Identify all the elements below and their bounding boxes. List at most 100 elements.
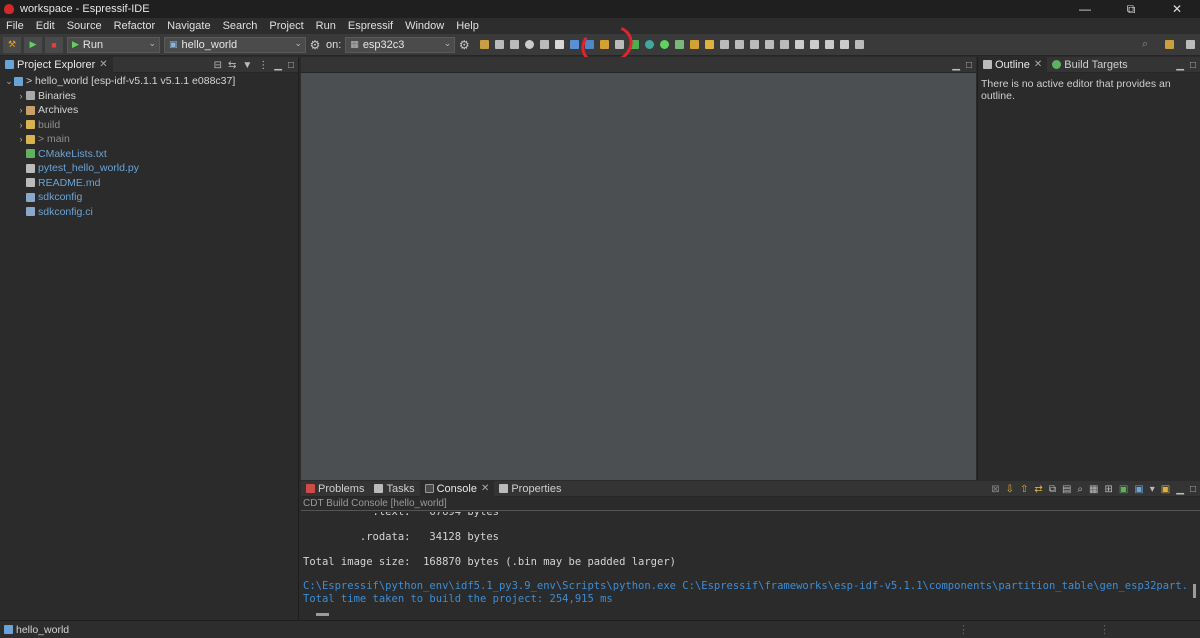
menu-project[interactable]: Project [263,20,309,32]
menu-search[interactable]: Search [217,20,264,32]
tab-outline[interactable]: Outline ✕ [978,56,1048,73]
gear-icon[interactable]: ⚙ [308,38,322,52]
tree-item[interactable]: › Binaries [0,89,299,104]
flash-icon[interactable] [585,40,595,49]
tree-item[interactable]: ⌄ > hello_world [esp-idf-v5.1.1 v5.1.1 e0… [0,74,299,89]
close-icon[interactable]: ✕ [99,59,107,70]
tab-problems[interactable]: Problems [301,481,369,497]
close-button[interactable]: ✕ [1154,0,1200,18]
menu-espressif[interactable]: Espressif [342,20,399,32]
console-vertical-scrollbar[interactable] [1189,512,1200,609]
tree-item[interactable]: pytest_hello_world.py [0,161,299,176]
restore-button[interactable]: ⧉ [1108,0,1154,18]
chevron-icon[interactable]: ⌄ [4,76,14,87]
menu-file[interactable]: File [0,20,30,32]
minimize-icon[interactable]: ▁ [1176,484,1184,495]
pilcrow-icon[interactable] [750,40,760,49]
menu-run[interactable]: Run [310,20,342,32]
stop-button[interactable]: ■ [45,36,63,53]
chevron-icon[interactable]: › [16,120,26,130]
tree-item[interactable]: CMakeLists.txt [0,147,299,162]
window-icon[interactable] [855,40,865,49]
tab-build-targets[interactable]: Build Targets [1047,57,1132,73]
menu-navigate[interactable]: Navigate [161,20,216,32]
new-console-icon[interactable]: ▾ [1150,484,1155,495]
console-output[interactable]: .text: 67694 bytes .rodata: 34128 bytes T… [301,512,1189,609]
chevron-icon[interactable]: › [16,134,26,144]
brush-icon[interactable] [705,40,715,49]
minimize-icon[interactable]: ▁ [274,60,282,71]
coverage-icon[interactable] [675,40,685,49]
menu-window[interactable]: Window [399,20,450,32]
save-icon[interactable] [495,40,505,49]
chevron-icon[interactable]: › [16,91,26,101]
refresh-icon[interactable] [630,40,640,49]
new-icon[interactable] [480,40,490,49]
scroll-lock-icon[interactable]: ⇩ [1006,484,1014,495]
gear-icon[interactable]: ⚙ [457,38,471,52]
menu-refactor[interactable]: Refactor [108,20,162,32]
launch-config-select[interactable]: ▣ hello_world ⌄ [164,36,306,53]
copy-icon[interactable]: ⧉ [1049,484,1056,495]
document-icon[interactable] [555,40,565,49]
tab-properties[interactable]: Properties [494,481,566,497]
tree-item[interactable]: › build [0,118,299,133]
forward-arrow-icon[interactable] [810,40,820,49]
open-perspective-icon[interactable] [1186,40,1195,49]
open-folder-icon[interactable] [690,40,700,49]
minimize-button[interactable]: — [1062,0,1108,18]
tab-tasks[interactable]: Tasks [369,481,419,497]
scrollbar-thumb[interactable] [316,613,329,616]
filter-icon[interactable]: ▼ [242,60,252,71]
collapse-all-icon[interactable]: ⊟ [214,60,222,71]
serial-monitor-icon[interactable] [570,40,580,49]
tree-item[interactable]: › > main [0,132,299,147]
debug-icon[interactable] [645,40,655,49]
sort-icon[interactable] [765,40,775,49]
launch-button[interactable]: ▶ [24,36,42,53]
grid-icon[interactable] [735,40,745,49]
tab-console[interactable]: Console ✕ [419,480,495,497]
perspective-icon[interactable] [1165,40,1174,49]
find-icon[interactable]: ⌕ [1077,484,1083,495]
maximize-icon[interactable]: □ [288,60,294,71]
arrow-left-icon[interactable] [825,40,835,49]
menu-help[interactable]: Help [450,20,485,32]
search-icon[interactable]: ⌕ [1142,38,1148,51]
tab-project-explorer[interactable]: Project Explorer ✕ [0,56,113,73]
minimize-icon[interactable]: ▁ [952,60,960,71]
console-folder-icon[interactable]: ▣ [1161,484,1170,495]
maximize-icon[interactable]: □ [1190,60,1196,71]
save-all-icon[interactable] [510,40,520,49]
maximize-icon[interactable]: □ [966,60,972,71]
pin-icon[interactable]: ⊞ [1104,484,1112,495]
minimize-icon[interactable]: ▁ [1176,60,1184,71]
task-icon[interactable] [615,40,625,49]
settings-icon[interactable] [525,40,535,49]
close-icon[interactable]: ✕ [1034,59,1042,70]
tree-item[interactable]: › Archives [0,103,299,118]
clear-console-icon[interactable]: ⊠ [991,484,999,495]
word-wrap-icon[interactable]: ⇄ [1034,484,1042,495]
tree-item[interactable]: sdkconfig.ci [0,205,299,220]
tree-item[interactable]: README.md [0,176,299,191]
annotation-icon[interactable] [780,40,790,49]
close-icon[interactable]: ✕ [481,483,489,494]
view-menu-icon[interactable]: ⋮ [258,60,268,71]
scrollbar-thumb[interactable] [1193,584,1196,598]
menu-edit[interactable]: Edit [30,20,61,32]
run-icon[interactable] [660,40,670,49]
launch-target-select[interactable]: ▦ esp32c3 ⌄ [345,36,456,53]
console-horizontal-scrollbar[interactable] [301,609,1200,620]
terminal-icon[interactable] [720,40,730,49]
maximize-icon[interactable]: □ [1190,484,1196,495]
launch-mode-select[interactable]: ▶ Run ⌄ [67,36,160,53]
display-selected-console-icon[interactable]: ▣ [1119,484,1128,495]
link-editor-icon[interactable]: ⇆ [228,60,236,71]
export-icon[interactable]: ▦ [1089,484,1098,495]
arrow-right-icon[interactable] [840,40,850,49]
scroll-up-icon[interactable]: ⇧ [1020,484,1028,495]
menu-source[interactable]: Source [61,20,108,32]
paste-icon[interactable]: ▤ [1062,484,1071,495]
back-arrow-icon[interactable] [795,40,805,49]
